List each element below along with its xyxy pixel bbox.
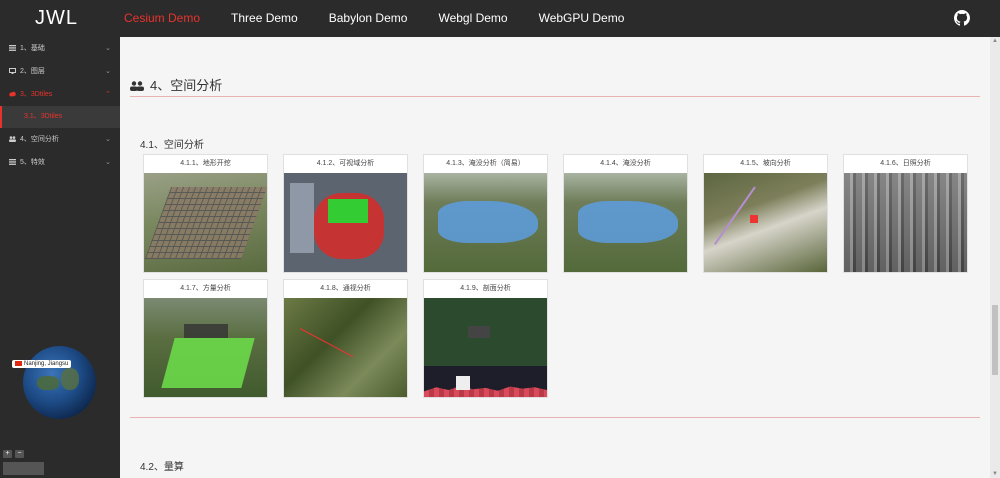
- demo-card[interactable]: 4.1.9、剖面分析: [423, 279, 548, 398]
- section-title-text: 4、空间分析: [150, 78, 223, 93]
- demo-card[interactable]: 4.1.4、淹没分析: [563, 154, 688, 273]
- card-caption: 4.1.4、淹没分析: [600, 160, 651, 167]
- nav-cesium-demo[interactable]: Cesium Demo: [124, 0, 200, 37]
- nav-webgl-demo[interactable]: Webgl Demo: [438, 0, 507, 37]
- demo-card[interactable]: 4.1.3、淹没分析（简易）: [423, 154, 548, 273]
- users-icon: [9, 136, 16, 143]
- location-tag: Nanjing, Jiangsu: [12, 360, 72, 369]
- card-caption: 4.1.1、地形开挖: [180, 160, 231, 167]
- nav-babylon-demo[interactable]: Babylon Demo: [329, 0, 408, 37]
- nav-three-demo[interactable]: Three Demo: [231, 0, 298, 37]
- github-icon[interactable]: [954, 10, 970, 26]
- scroll-down-arrow-icon[interactable]: ▼: [992, 471, 998, 477]
- zoom-out-button[interactable]: −: [15, 450, 24, 458]
- sidebar-item-label: 2、图层: [20, 68, 45, 75]
- top-nav: Cesium Demo Three Demo Babylon Demo Webg…: [124, 0, 655, 37]
- globe-widget[interactable]: [23, 346, 96, 419]
- monitor-icon: [9, 68, 16, 75]
- card-caption: 4.1.5、坡向分析: [740, 160, 791, 167]
- card-caption: 4.1.8、通视分析: [320, 285, 371, 292]
- list-icon: [9, 45, 16, 52]
- sidebar-item-label: 5、特效: [20, 159, 45, 166]
- card-thumbnail: [284, 298, 407, 397]
- scrollbar-thumb[interactable]: [992, 305, 998, 375]
- top-navbar: JWL Cesium Demo Three Demo Babylon Demo …: [0, 0, 1000, 37]
- card-caption: 4.1.7、方量分析: [180, 285, 231, 292]
- section-title: 4、空间分析: [130, 75, 222, 94]
- zoom-in-button[interactable]: +: [3, 450, 12, 458]
- card-thumbnail: [704, 173, 827, 272]
- main-content: 4、空间分析 4.1、空间分析 4.1.1、地形开挖 4.1.2、可视域分析 4…: [120, 37, 990, 478]
- scroll-up-arrow-icon[interactable]: ▲: [992, 38, 998, 44]
- brand-logo[interactable]: JWL: [35, 7, 78, 30]
- sidebar-item-spatial-analysis[interactable]: 4、空间分析 ⌄: [0, 128, 120, 151]
- card-thumbnail: [564, 173, 687, 272]
- card-thumbnail: [284, 173, 407, 272]
- globe-landmass: [61, 368, 79, 390]
- sidebar-item-layers[interactable]: 2、图层 ⌄: [0, 60, 120, 83]
- demo-card[interactable]: 4.1.8、通视分析: [283, 279, 408, 398]
- cloud-icon: [9, 91, 16, 97]
- card-thumbnail: [424, 298, 547, 397]
- chevron-up-icon: ⌃: [105, 91, 111, 98]
- subsection-title: 4.1、空间分析: [140, 140, 204, 151]
- chevron-down-icon: ⌄: [105, 159, 111, 166]
- users-icon: [130, 81, 144, 91]
- sidebar-item-label: 3、3Dtiles: [20, 91, 53, 98]
- location-label: Nanjing, Jiangsu: [24, 361, 69, 368]
- sidebar-item-label: 1、基础: [20, 45, 45, 52]
- demo-card[interactable]: 4.1.1、地形开挖: [143, 154, 268, 273]
- subsection-title: 4.2、量算: [140, 462, 184, 473]
- divider: [130, 417, 980, 418]
- card-caption: 4.1.9、剖面分析: [460, 285, 511, 292]
- sidebar-item-basics[interactable]: 1、基础 ⌄: [0, 37, 120, 60]
- globe-landmass: [37, 376, 59, 390]
- card-thumbnail: [144, 298, 267, 397]
- scale-info-box: [3, 462, 44, 475]
- sidebar-item-3dtiles[interactable]: 3、3Dtiles ⌃: [0, 83, 120, 106]
- divider: [130, 96, 980, 97]
- demo-card[interactable]: 4.1.2、可视域分析: [283, 154, 408, 273]
- page-scrollbar[interactable]: ▲ ▼: [990, 37, 1000, 478]
- list-icon: [9, 159, 16, 166]
- card-thumbnail: [144, 173, 267, 272]
- demo-card[interactable]: 4.1.5、坡向分析: [703, 154, 828, 273]
- card-caption: 4.1.6、日照分析: [880, 160, 931, 167]
- demo-card[interactable]: 4.1.6、日照分析: [843, 154, 968, 273]
- zoom-controls: + −: [3, 450, 24, 458]
- china-flag-icon: [15, 361, 22, 366]
- sidebar-subitem-3dtiles[interactable]: 3.1、3Dtiles: [0, 106, 120, 128]
- chevron-down-icon: ⌄: [105, 45, 111, 52]
- nav-webgpu-demo[interactable]: WebGPU Demo: [539, 0, 625, 37]
- demo-card[interactable]: 4.1.7、方量分析: [143, 279, 268, 398]
- card-thumbnail: [844, 173, 967, 272]
- chevron-down-icon: ⌄: [105, 68, 111, 75]
- sidebar-item-label: 4、空间分析: [20, 136, 59, 143]
- sidebar-item-effects[interactable]: 5、特效 ⌄: [0, 151, 120, 174]
- card-caption: 4.1.3、淹没分析（简易）: [446, 160, 525, 167]
- chevron-down-icon: ⌄: [105, 136, 111, 143]
- card-thumbnail: [424, 173, 547, 272]
- card-caption: 4.1.2、可视域分析: [316, 160, 375, 167]
